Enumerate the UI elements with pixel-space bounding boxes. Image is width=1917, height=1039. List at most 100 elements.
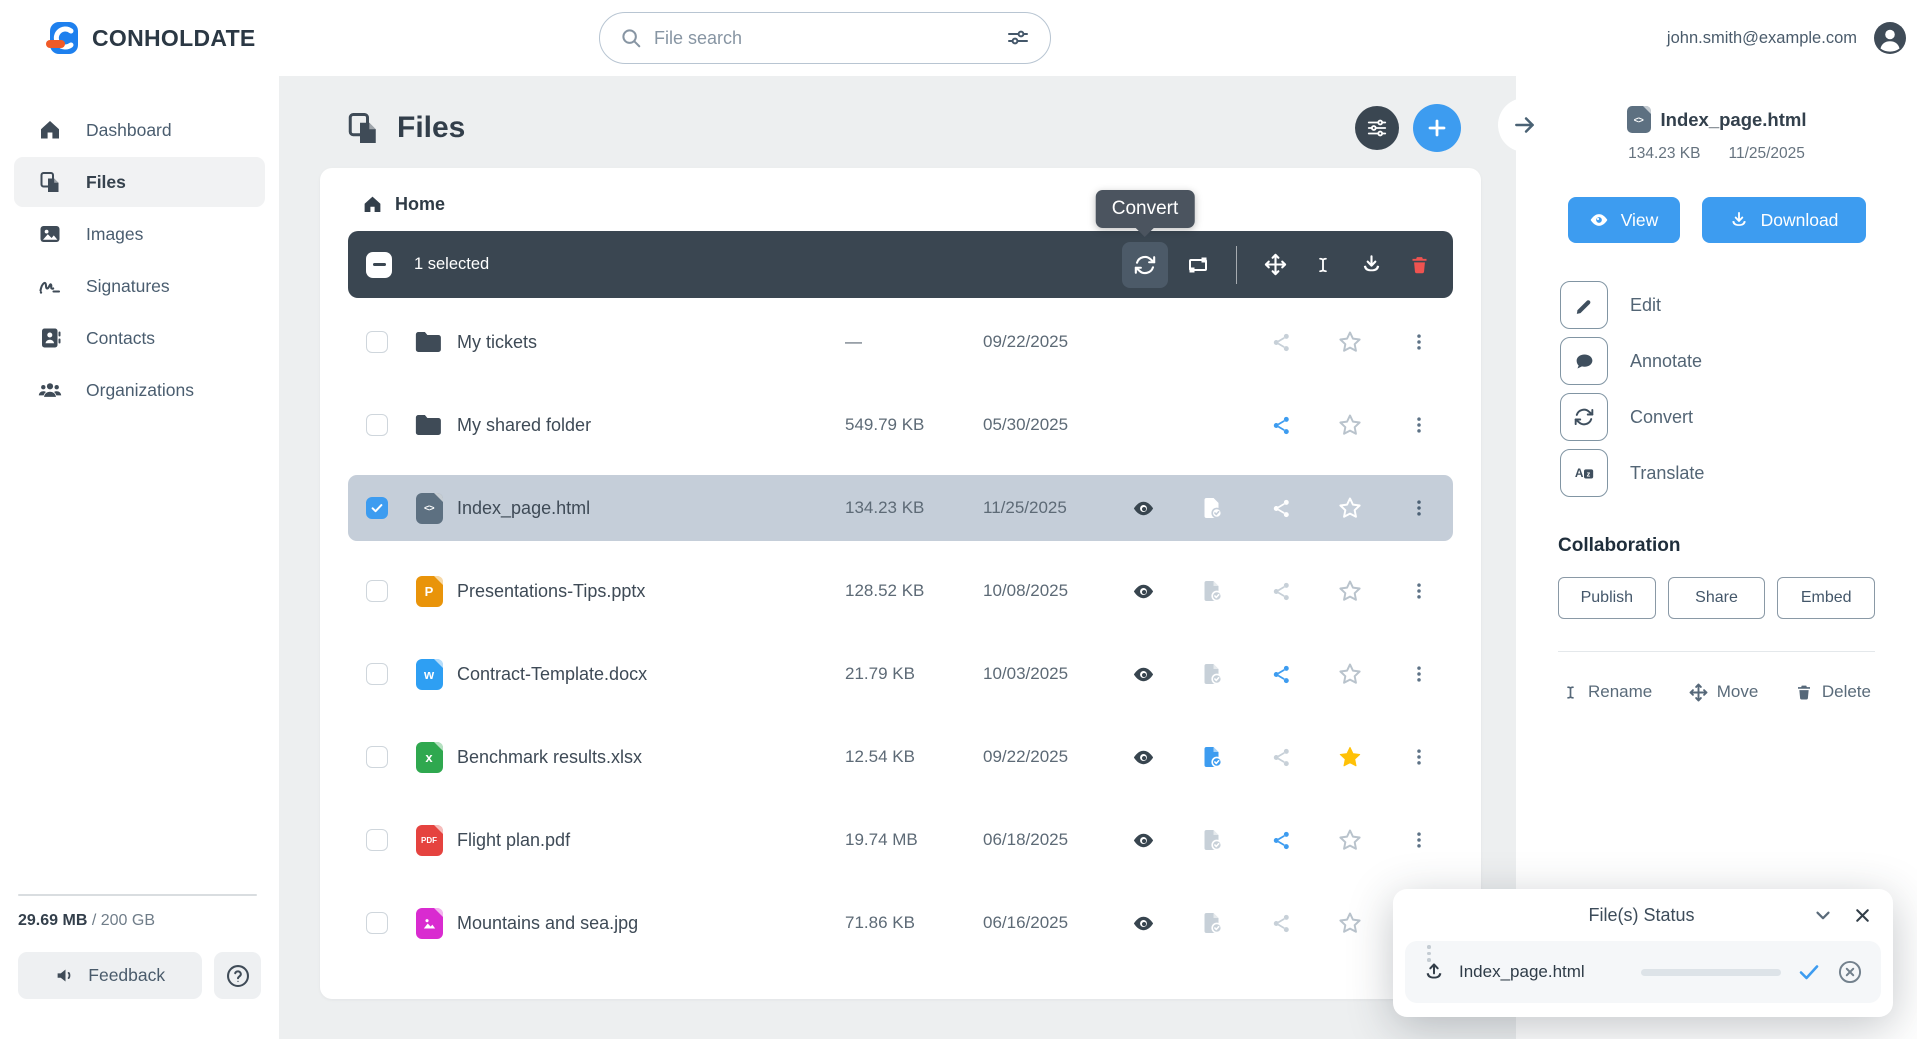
panel-divider bbox=[1558, 651, 1875, 652]
convert-action[interactable]: Convert bbox=[1560, 393, 1917, 441]
rename-button[interactable] bbox=[1305, 247, 1341, 283]
file-row[interactable]: Mountains and sea.jpg 71.86 KB 06/16/202… bbox=[348, 890, 1453, 956]
cancel-upload-button[interactable] bbox=[1837, 959, 1863, 985]
file-name: Contract-Template.docx bbox=[457, 663, 648, 684]
share-icon[interactable] bbox=[1263, 576, 1299, 606]
sidebar-item-label: Dashboard bbox=[86, 119, 172, 140]
share-icon[interactable] bbox=[1263, 659, 1299, 689]
file-row[interactable]: My tickets — 09/22/2025 bbox=[348, 309, 1453, 375]
kebab-menu-icon[interactable] bbox=[1401, 659, 1437, 689]
sidebar-item-contacts[interactable]: Contacts bbox=[14, 313, 265, 363]
file-row[interactable]: P Presentations-Tips.pptx 128.52 KB 10/0… bbox=[348, 558, 1453, 624]
image-icon bbox=[38, 222, 62, 246]
file-check-icon[interactable] bbox=[1194, 825, 1230, 855]
star-icon[interactable] bbox=[1332, 493, 1368, 523]
minimize-popup-button[interactable] bbox=[1812, 904, 1834, 926]
row-checkbox[interactable] bbox=[366, 414, 388, 436]
row-checkbox[interactable] bbox=[366, 746, 388, 768]
kebab-menu-icon[interactable] bbox=[1401, 410, 1437, 440]
share-icon[interactable] bbox=[1263, 493, 1299, 523]
move-action[interactable]: Move bbox=[1689, 682, 1758, 702]
move-button[interactable] bbox=[1257, 247, 1293, 283]
preview-eye-icon[interactable] bbox=[1125, 493, 1161, 523]
file-row[interactable]: PDF Flight plan.pdf 19.74 MB 06/18/2025 bbox=[348, 807, 1453, 873]
share-icon[interactable] bbox=[1263, 742, 1299, 772]
download-button[interactable] bbox=[1353, 247, 1389, 283]
star-icon[interactable] bbox=[1332, 825, 1368, 855]
convert-button[interactable] bbox=[1122, 241, 1168, 288]
view-settings-button[interactable] bbox=[1355, 106, 1399, 150]
app-window: CONHOLDATE john.smith@example.com bbox=[0, 0, 1917, 1039]
kebab-menu-icon[interactable] bbox=[1401, 327, 1437, 357]
search-filter-icon[interactable] bbox=[1006, 26, 1030, 50]
publish-button[interactable]: Publish bbox=[1558, 577, 1656, 619]
brand-name: CONHOLDATE bbox=[92, 24, 256, 51]
help-button[interactable] bbox=[214, 952, 261, 999]
sidebar-item-organizations[interactable]: Organizations bbox=[14, 365, 265, 415]
share-icon[interactable] bbox=[1263, 410, 1299, 440]
view-button[interactable]: View bbox=[1567, 197, 1680, 243]
preview-eye-icon[interactable] bbox=[1125, 742, 1161, 772]
preview-eye-icon[interactable] bbox=[1125, 576, 1161, 606]
delete-action[interactable]: Delete bbox=[1795, 682, 1871, 702]
drag-handle-icon[interactable] bbox=[1427, 945, 1431, 962]
file-name: Mountains and sea.jpg bbox=[457, 912, 639, 933]
annotate-action[interactable]: Annotate bbox=[1560, 337, 1917, 385]
home-icon bbox=[362, 194, 383, 215]
file-check-icon[interactable] bbox=[1194, 576, 1230, 606]
file-row[interactable]: X Benchmark results.xlsx 12.54 KB 09/22/… bbox=[348, 724, 1453, 790]
translate-action[interactable]: Az Translate bbox=[1560, 449, 1917, 497]
collapse-panel-button[interactable] bbox=[1498, 98, 1552, 152]
user-avatar[interactable] bbox=[1873, 21, 1907, 55]
embed-button[interactable]: Embed bbox=[1777, 577, 1876, 619]
share-icon[interactable] bbox=[1263, 327, 1299, 357]
preview-eye-icon[interactable] bbox=[1125, 825, 1161, 855]
kebab-menu-icon[interactable] bbox=[1401, 742, 1437, 772]
preview-eye-icon[interactable] bbox=[1125, 659, 1161, 689]
file-date: 10/08/2025 bbox=[983, 581, 1069, 600]
kebab-menu-icon[interactable] bbox=[1401, 825, 1437, 855]
edit-action[interactable]: Edit bbox=[1560, 281, 1917, 329]
breadcrumb[interactable]: Home bbox=[348, 190, 1453, 231]
preview-eye-icon[interactable] bbox=[1125, 908, 1161, 938]
row-checkbox[interactable] bbox=[366, 829, 388, 851]
row-checkbox[interactable] bbox=[366, 580, 388, 602]
sidebar-item-images[interactable]: Images bbox=[14, 209, 265, 259]
file-check-icon[interactable] bbox=[1194, 742, 1230, 772]
row-checkbox[interactable] bbox=[366, 497, 388, 519]
star-icon[interactable] bbox=[1332, 908, 1368, 938]
row-checkbox[interactable] bbox=[366, 912, 388, 934]
feedback-button[interactable]: Feedback bbox=[18, 952, 203, 999]
file-check-icon[interactable] bbox=[1194, 908, 1230, 938]
merge-button[interactable] bbox=[1180, 247, 1216, 283]
add-file-button[interactable] bbox=[1413, 104, 1461, 152]
row-checkbox[interactable] bbox=[366, 663, 388, 685]
download-button[interactable]: Download bbox=[1701, 197, 1866, 243]
delete-button[interactable] bbox=[1401, 247, 1437, 283]
kebab-menu-icon[interactable] bbox=[1401, 493, 1437, 523]
file-row[interactable]: <> Index_page.html 134.23 KB 11/25/2025 bbox=[348, 475, 1453, 541]
share-icon[interactable] bbox=[1263, 825, 1299, 855]
row-checkbox[interactable] bbox=[366, 331, 388, 353]
file-check-icon[interactable] bbox=[1194, 493, 1230, 523]
star-icon[interactable] bbox=[1332, 576, 1368, 606]
close-popup-button[interactable] bbox=[1852, 905, 1873, 926]
star-icon[interactable] bbox=[1332, 742, 1368, 772]
sidebar-item-files[interactable]: Files bbox=[14, 157, 265, 207]
star-icon[interactable] bbox=[1332, 327, 1368, 357]
sidebar-item-signatures[interactable]: Signatures bbox=[14, 261, 265, 311]
file-row[interactable]: My shared folder 549.79 KB 05/30/2025 bbox=[348, 392, 1453, 458]
file-check-icon[interactable] bbox=[1194, 659, 1230, 689]
share-icon[interactable] bbox=[1263, 908, 1299, 938]
trash-icon bbox=[1409, 254, 1430, 275]
star-icon[interactable] bbox=[1332, 659, 1368, 689]
file-row[interactable]: W Contract-Template.docx 21.79 KB 10/03/… bbox=[348, 641, 1453, 707]
brand-logo[interactable]: CONHOLDATE bbox=[46, 20, 256, 56]
sidebar-item-dashboard[interactable]: Dashboard bbox=[14, 105, 265, 155]
search-input[interactable] bbox=[654, 27, 1006, 49]
kebab-menu-icon[interactable] bbox=[1401, 576, 1437, 606]
select-all-checkbox[interactable] bbox=[366, 251, 392, 278]
rename-action[interactable]: Rename bbox=[1562, 682, 1652, 702]
share-button[interactable]: Share bbox=[1667, 577, 1766, 619]
star-icon[interactable] bbox=[1332, 410, 1368, 440]
